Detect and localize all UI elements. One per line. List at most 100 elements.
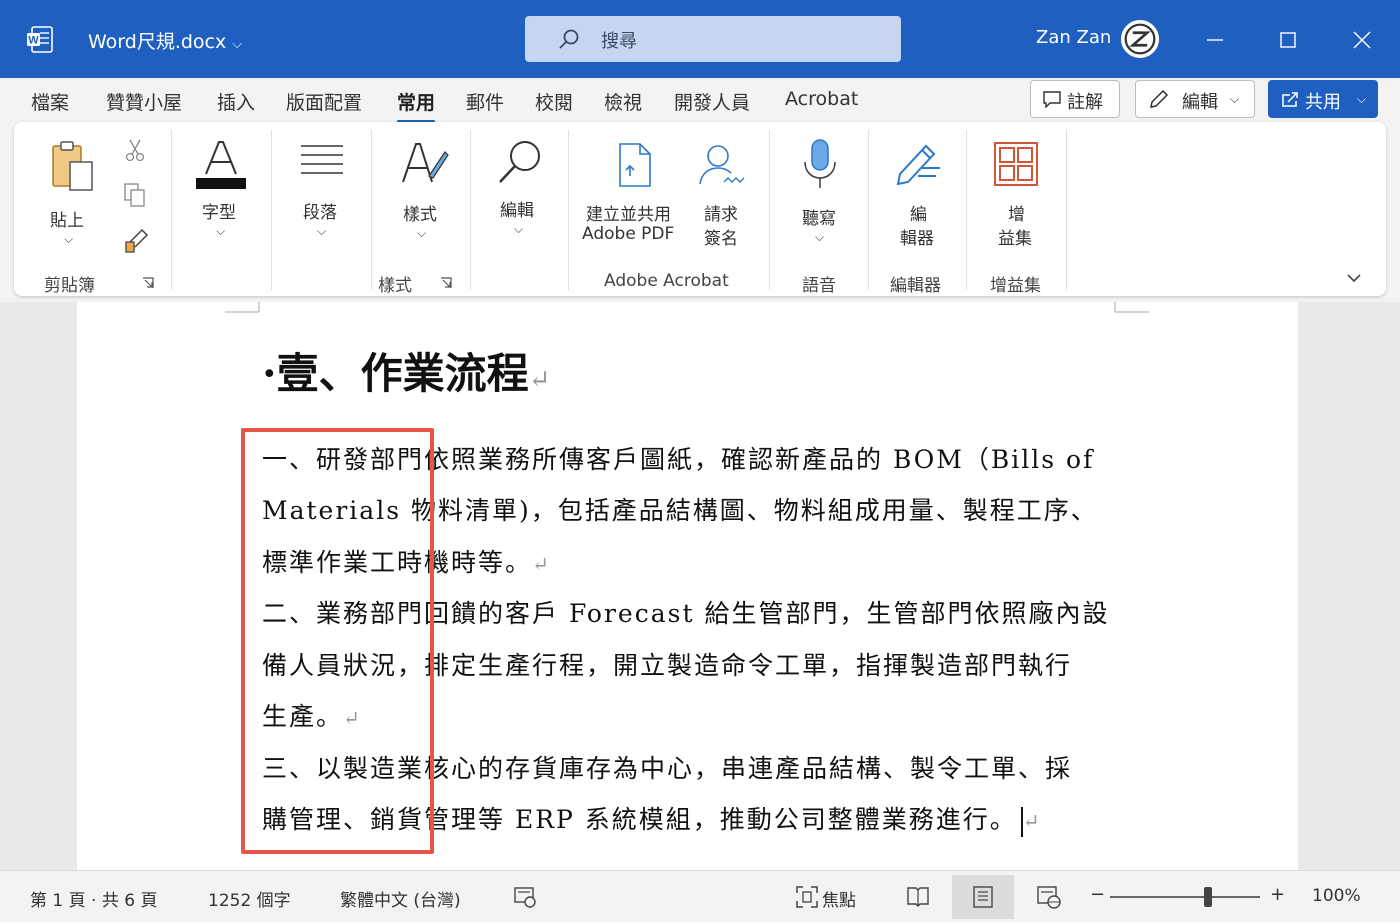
group-separator [568,130,569,290]
cut-icon[interactable] [124,138,146,162]
editor-group-label: 編輯器 [890,276,941,296]
copy-icon[interactable] [122,182,148,208]
tab-view[interactable]: 檢視 [604,88,642,115]
comments-button[interactable]: 註解 [1030,80,1120,118]
group-separator [171,130,172,290]
title-bar: W Word尺規.docx ⌵ 搜尋 Zan Zan [0,0,1400,78]
chevron-down-icon: ⌵ [1357,92,1367,106]
print-layout-icon [973,886,993,908]
group-separator [769,130,770,290]
group-separator [966,130,967,290]
accessibility-icon[interactable] [513,886,537,908]
chevron-down-icon: ⌵ [216,224,226,238]
chevron-down-icon: ⌵ [514,222,524,236]
paragraph-icon [301,145,343,174]
collapse-ribbon-icon[interactable] [1346,272,1362,284]
zoom-out-button[interactable]: − [1090,884,1105,905]
tab-home[interactable]: 常用 [397,88,436,123]
read-mode-icon[interactable] [906,885,930,907]
paragraph-button[interactable]: 段落 ⌵ [289,134,379,252]
share-icon [1282,92,1298,107]
tab-developer[interactable]: 開發人員 [674,88,750,115]
paste-button[interactable]: 貼上 ⌵ [36,134,106,252]
dictate-label: 聽寫 [802,209,836,229]
zoom-slider[interactable] [1110,896,1260,898]
comments-label: 註解 [1067,92,1103,113]
voice-group-label: 語音 [802,276,836,296]
group-separator [271,130,272,290]
styles-icon [402,143,449,183]
section-heading: ·壹、作業流程↵ [262,340,550,401]
editing-button[interactable]: 編輯 ⌵ [484,134,564,252]
tab-acrobat[interactable]: Acrobat [785,88,858,110]
find-icon [499,141,540,183]
group-separator [1066,130,1067,290]
editor-label-1: 編 [910,205,927,225]
add-ins-button[interactable]: 增 益集 [980,134,1054,252]
user-avatar[interactable] [1121,20,1159,58]
document-page[interactable]: ·壹、作業流程↵ 一、研發部門依照業務所傳客戶圖紙，確認新產品的 BOM（Bil… [77,302,1298,870]
page-info[interactable]: 第 1 頁 · 共 6 頁 [30,886,157,911]
maximize-button[interactable] [1268,20,1308,60]
format-painter-icon[interactable] [122,226,150,254]
request-signatures-button[interactable]: 請求 簽名 [690,134,760,252]
add-ins-label-1: 增 [1008,205,1025,225]
highlight-box [241,428,434,854]
group-separator [868,130,869,290]
share-button[interactable]: 共用 ⌵ [1268,80,1378,118]
signature-icon [699,145,745,185]
web-layout-icon[interactable] [1036,885,1062,909]
share-label: 共用 [1305,92,1341,113]
tab-insert[interactable]: 插入 [217,88,255,115]
editor-button[interactable]: 編 輯器 [882,134,956,252]
clipboard-group-label: 剪貼簿 [44,276,95,296]
svg-text:W: W [28,35,39,47]
styles-button[interactable]: 樣式 ⌵ [389,134,479,252]
chevron-down-icon: ⌵ [815,230,825,244]
create-share-pdf-label-1: 建立並共用 [586,205,671,225]
microphone-icon [804,139,836,188]
chevron-down-icon: ⌵ [64,232,74,246]
focus-icon[interactable] [795,885,819,909]
request-sign-label-2: 簽名 [704,229,738,249]
tab-file[interactable]: 檔案 [31,88,69,115]
word-count[interactable]: 1252 個字 [208,886,291,911]
dialog-launcher-icon[interactable] [142,277,154,289]
zoom-in-button[interactable]: + [1270,884,1285,905]
language[interactable]: 繁體中文 (台灣) [340,886,461,911]
focus-label[interactable]: 焦點 [822,886,856,911]
tab-mailings[interactable]: 郵件 [466,88,504,115]
ribbon: 貼上 ⌵ 剪貼簿 字型 ⌵ 段落 ⌵ 樣式 ⌵ 樣式 編輯 ⌵ 建立並共用 Ad… [0,122,1400,302]
tab-zanzan[interactable]: 贊贊小屋 [106,88,182,115]
paragraph-mark: ↵ [532,552,549,576]
close-button[interactable] [1342,20,1382,60]
search-icon [559,29,579,49]
word-app-icon[interactable]: W [26,26,53,53]
add-ins-label-2: 益集 [998,229,1032,249]
font-button[interactable]: 字型 ⌵ [184,134,274,252]
editor-label-2: 輯器 [900,229,934,249]
add-ins-group-label: 增益集 [990,276,1041,296]
minimize-button[interactable] [1195,20,1235,60]
create-share-pdf-button[interactable]: 建立並共用 Adobe PDF [580,134,684,252]
dialog-launcher-icon[interactable] [440,277,452,289]
zoom-level[interactable]: 100% [1312,886,1361,906]
section-heading-text: ·壹、作業流程 [262,349,529,398]
styles-group-label: 樣式 [378,276,412,296]
chevron-down-icon: ⌵ [417,226,427,240]
search-box[interactable]: 搜尋 [525,16,901,62]
search-placeholder: 搜尋 [601,31,637,52]
document-title[interactable]: Word尺規.docx ⌵ [88,27,242,54]
dictate-button[interactable]: 聽寫 ⌵ [784,134,854,252]
comment-icon [1043,91,1061,108]
user-name[interactable]: Zan Zan [1036,27,1111,48]
zoom-slider-thumb[interactable] [1204,887,1212,907]
editing-label: 編輯 [500,201,534,221]
editor-icon [896,144,940,186]
paragraph-label: 段落 [303,203,337,223]
tab-review[interactable]: 校閱 [535,88,573,115]
group-separator [371,130,372,290]
print-layout-button[interactable] [952,875,1014,919]
tab-layout[interactable]: 版面配置 [286,88,362,115]
editing-mode-button[interactable]: 編輯 ⌵ [1135,80,1255,118]
